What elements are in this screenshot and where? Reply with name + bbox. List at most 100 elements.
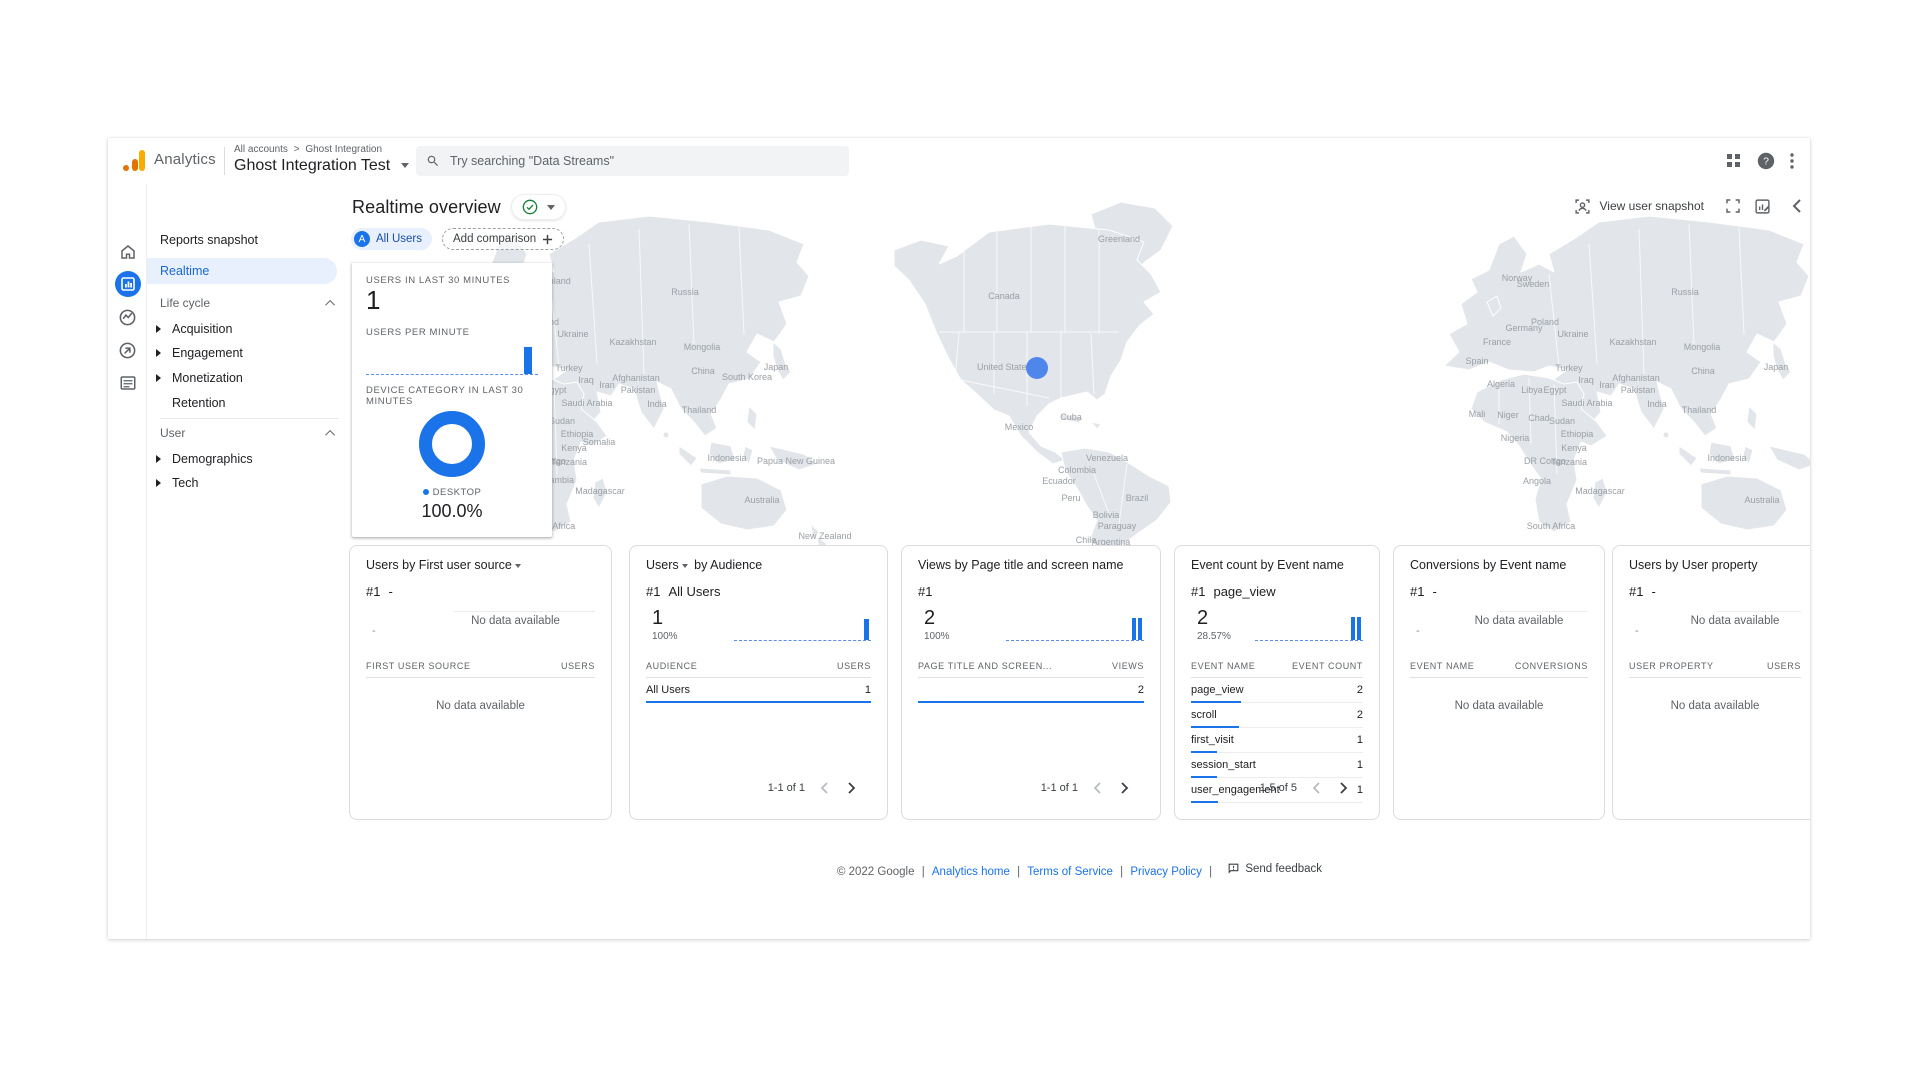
map-country-label: Mongolia <box>684 342 721 352</box>
property-switcher[interactable]: Ghost Integration Test <box>234 157 409 175</box>
sparkline[interactable] <box>1255 611 1363 641</box>
more-vertical-icon[interactable] <box>1782 151 1802 171</box>
privacy-policy-link[interactable]: Privacy Policy <box>1130 866 1202 878</box>
expand-caret-icon[interactable] <box>156 455 161 463</box>
table-row[interactable]: scroll2 <box>1191 703 1363 728</box>
pagination-label: 1-1 of 1 <box>768 782 805 794</box>
card-title[interactable]: Users by Audience <box>646 558 871 572</box>
help-icon[interactable]: ? <box>1756 151 1776 171</box>
map-country-label: Somalia <box>583 437 616 447</box>
next-page-icon[interactable] <box>1335 779 1353 797</box>
plus-icon <box>542 234 553 245</box>
legend-label: DESKTOP <box>433 487 482 498</box>
card-title[interactable]: Users by First user source <box>366 558 595 572</box>
next-page-icon[interactable] <box>1116 779 1134 797</box>
metric-percent: 100% <box>652 631 678 642</box>
table-row[interactable]: first_visit1 <box>1191 728 1363 753</box>
advertising-icon[interactable] <box>108 337 147 363</box>
metric-value: - <box>1416 625 1420 637</box>
fullscreen-icon[interactable] <box>1723 196 1743 216</box>
terms-of-service-link[interactable]: Terms of Service <box>1027 866 1113 878</box>
audience-avatar: A <box>354 231 370 247</box>
world-map[interactable]: RussiaKazakhstanMongoliaChinaJapanSouth … <box>349 184 1810 551</box>
edit-report-icon[interactable] <box>1752 196 1772 216</box>
no-data-label: No data available <box>1669 615 1801 627</box>
realtime-summary-card: USERS IN LAST 30 MINUTES 1 USERS PER MIN… <box>352 263 552 537</box>
metric-value: - <box>372 625 376 637</box>
previous-page-icon[interactable] <box>1088 779 1106 797</box>
home-icon[interactable] <box>108 239 147 265</box>
svg-text:?: ? <box>1763 156 1769 168</box>
next-page-icon[interactable] <box>843 779 861 797</box>
main-content: RussiaKazakhstanMongoliaChinaJapanSouth … <box>349 184 1810 939</box>
nav-item-retention[interactable]: Retention <box>147 391 349 415</box>
map-country-label: Thailand <box>1682 405 1717 415</box>
all-users-chip[interactable]: A All Users <box>351 228 432 250</box>
nav-item-reports-snapshot[interactable]: Reports snapshot <box>147 228 349 252</box>
check-circle-icon <box>522 199 538 215</box>
users-per-minute-chart[interactable] <box>366 343 538 375</box>
previous-page-icon[interactable] <box>815 779 833 797</box>
expand-caret-icon[interactable] <box>156 479 161 487</box>
card-title[interactable]: Conversions by Event name <box>1410 558 1588 572</box>
nav-item-label: Reports snapshot <box>160 233 258 247</box>
expand-caret-icon[interactable] <box>156 349 161 357</box>
device-category-donut-chart[interactable] <box>419 411 485 477</box>
send-feedback-button[interactable]: Send feedback <box>1227 862 1322 875</box>
breadcrumb-property[interactable]: Ghost Integration <box>305 144 382 155</box>
table-row[interactable]: page_view2 <box>1191 678 1363 703</box>
table-row[interactable]: 2 <box>918 678 1144 703</box>
data-quality-badge[interactable] <box>511 194 566 220</box>
device-category-label: DEVICE CATEGORY IN LAST 30 MINUTES <box>366 385 552 407</box>
search-input[interactable] <box>450 154 839 168</box>
chevron-down-icon <box>547 205 555 210</box>
card-title[interactable]: Users by User property <box>1629 558 1801 572</box>
nav-section-life-cycle[interactable]: Life cycle <box>147 292 349 314</box>
active-user-location-dot <box>1026 357 1048 379</box>
nav-item-engagement[interactable]: Engagement <box>147 341 349 365</box>
library-icon[interactable] <box>108 370 147 396</box>
collapse-chevron-icon[interactable] <box>325 429 335 439</box>
table-row[interactable]: session_start1 <box>1191 753 1363 778</box>
chip-label: Add comparison <box>453 233 536 245</box>
property-title[interactable]: Ghost Integration Test <box>234 157 390 174</box>
analytics-logo-icon[interactable] <box>123 150 147 172</box>
view-user-snapshot-button[interactable]: View user snapshot <box>1599 199 1704 213</box>
search-bar[interactable] <box>416 146 849 176</box>
nav-item-demographics[interactable]: Demographics <box>147 447 349 471</box>
metric-percent: 100% <box>924 631 950 642</box>
card-title[interactable]: Views by Page title and screen name <box>918 558 1144 572</box>
map-country-label: Russia <box>671 287 699 297</box>
reports-nav: Reports snapshot Realtime Life cycle Acq… <box>147 184 349 939</box>
apps-grid-icon[interactable] <box>1724 151 1744 171</box>
nav-item-tech[interactable]: Tech <box>147 471 349 495</box>
explore-icon[interactable] <box>108 304 147 330</box>
collapse-panel-chevron-icon[interactable] <box>1786 196 1806 216</box>
user-snapshot-icon[interactable] <box>1572 196 1592 216</box>
add-comparison-chip[interactable]: Add comparison <box>442 228 564 250</box>
table-header: EVENT NAMEEVENT COUNT <box>1191 661 1363 678</box>
expand-caret-icon[interactable] <box>156 325 161 333</box>
map-country-label: Turkey <box>1555 363 1582 373</box>
map-country-label: Japan <box>764 362 789 372</box>
chart-baseline <box>1006 640 1144 641</box>
collapse-chevron-icon[interactable] <box>325 299 335 309</box>
reports-icon[interactable] <box>108 271 147 297</box>
map-country-label: Ukraine <box>557 329 588 339</box>
expand-caret-icon[interactable] <box>156 374 161 382</box>
analytics-home-link[interactable]: Analytics home <box>932 866 1010 878</box>
nav-item-acquisition[interactable]: Acquisition <box>147 317 349 341</box>
breadcrumb[interactable]: All accounts > Ghost Integration <box>234 144 382 155</box>
sparkline[interactable] <box>734 611 871 641</box>
sparkline[interactable] <box>1006 611 1144 641</box>
table-row[interactable]: All Users1 <box>646 678 871 703</box>
card-title[interactable]: Event count by Event name <box>1191 558 1363 572</box>
nav-item-monetization[interactable]: Monetization <box>147 366 349 390</box>
map-country-label: Spain <box>1465 356 1488 366</box>
nav-section-user[interactable]: User <box>147 422 349 444</box>
nav-item-realtime[interactable]: Realtime <box>147 258 337 284</box>
table-header: FIRST USER SOURCEUSERS <box>366 661 595 678</box>
previous-page-icon[interactable] <box>1307 779 1325 797</box>
map-country-label: Sudan <box>549 416 575 426</box>
breadcrumb-account[interactable]: All accounts <box>234 144 288 155</box>
